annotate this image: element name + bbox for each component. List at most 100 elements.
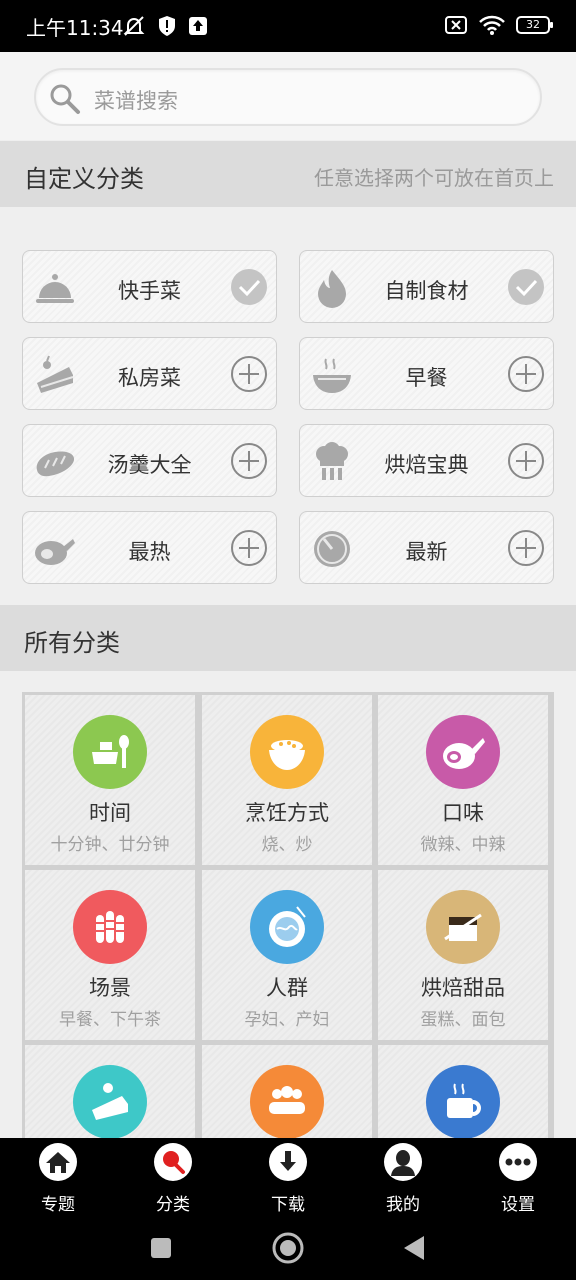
scene-category-icon <box>73 890 147 964</box>
category-tile-cooking-method[interactable]: 烹饪方式 烧、炒 <box>202 695 372 865</box>
upload-icon <box>189 17 207 35</box>
flavor-category-icon <box>426 715 500 789</box>
custom-item-label: 早餐 <box>405 366 448 390</box>
custom-section-hint: 任意选择两个可放在首页上 <box>314 166 554 190</box>
custom-item-sifangcai[interactable]: 私房菜 <box>22 337 277 410</box>
baking-category-icon <box>426 890 500 964</box>
chef-hat-icon <box>316 442 348 480</box>
group-category-icon <box>250 1065 324 1138</box>
category-name: 烘焙甜品 <box>421 976 505 1000</box>
search-placeholder: 菜谱搜索 <box>94 89 178 113</box>
nav-item-xiazai[interactable]: 下载 <box>238 1142 338 1215</box>
system-nav-bar <box>0 1216 576 1280</box>
custom-item-zizhishicai[interactable]: 自制食材 <box>299 250 554 323</box>
status-time: 上午11:34 <box>26 16 124 40</box>
category-name: 口味 <box>442 801 484 825</box>
bottom-nav: 专题 分类 下载 我的 设置 <box>0 1138 576 1216</box>
status-left-icons <box>122 14 208 38</box>
all-section-header: 所有分类 <box>0 605 576 671</box>
clock-icon <box>314 531 350 567</box>
category-tile-time[interactable]: 时间 十分钟、廿分钟 <box>25 695 195 865</box>
category-tile-drinks[interactable] <box>378 1045 548 1138</box>
flame-icon <box>318 270 346 308</box>
custom-item-zaocan[interactable]: 早餐 <box>299 337 554 410</box>
status-bar: 上午11:34 32 <box>0 0 576 52</box>
nav-item-wode[interactable]: 我的 <box>353 1142 453 1215</box>
add-icon[interactable] <box>507 355 545 393</box>
custom-item-label: 自制食材 <box>384 279 469 303</box>
battery-icon: 32 <box>516 16 553 34</box>
category-name: 烹饪方式 <box>245 801 329 825</box>
add-icon[interactable] <box>230 355 268 393</box>
custom-item-hongbeibaodian[interactable]: 烘焙宝典 <box>299 424 554 497</box>
search-area: 菜谱搜索 <box>0 52 576 140</box>
download-icon <box>269 1143 307 1181</box>
sim-off-icon <box>445 16 467 34</box>
cooking-category-icon <box>250 715 324 789</box>
custom-item-label: 汤羹大全 <box>107 453 192 477</box>
category-subtitle: 烧、炒 <box>261 835 313 855</box>
cake-category-icon <box>73 1065 147 1138</box>
category-name: 时间 <box>89 801 131 825</box>
category-tile-group[interactable] <box>202 1045 372 1138</box>
nav-label: 专题 <box>41 1195 75 1215</box>
custom-item-label: 私房菜 <box>118 366 181 390</box>
category-subtitle: 早餐、下午茶 <box>59 1010 161 1030</box>
add-icon[interactable] <box>507 529 545 567</box>
category-subtitle: 十分钟、廿分钟 <box>50 835 170 855</box>
nav-label: 分类 <box>156 1195 190 1215</box>
category-subtitle: 蛋糕、面包 <box>420 1010 506 1030</box>
custom-item-zuire[interactable]: 最热 <box>22 511 277 584</box>
bread-icon <box>36 451 75 477</box>
custom-item-zuixin[interactable]: 最新 <box>299 511 554 584</box>
custom-item-label: 烘焙宝典 <box>384 453 469 477</box>
add-icon[interactable] <box>230 442 268 480</box>
custom-item-tanggengdaquan[interactable]: 汤羹大全 <box>22 424 277 497</box>
nav-item-zhuanti[interactable]: 专题 <box>8 1142 108 1215</box>
custom-item-label: 最热 <box>128 540 171 564</box>
ham-icon <box>35 539 75 565</box>
category-name: 场景 <box>89 976 131 1000</box>
search-icon <box>50 84 80 114</box>
custom-item-kuaishoucai[interactable]: 快手菜 <box>22 250 277 323</box>
checked-icon[interactable] <box>230 268 268 306</box>
cup-category-icon <box>426 1065 500 1138</box>
category-tile-flavor[interactable]: 口味 微辣、中辣 <box>378 695 548 865</box>
shield-alert-icon <box>159 16 175 36</box>
category-grid: 时间 十分钟、廿分钟 烹饪方式 烧、炒 口味 微辣、中辣 场景 早餐、下午茶 人… <box>22 692 554 1138</box>
home-button-icon[interactable] <box>270 1230 306 1266</box>
category-tile-people[interactable]: 人群 孕妇、产妇 <box>202 870 372 1040</box>
category-tile-dessert[interactable] <box>25 1045 195 1138</box>
add-icon[interactable] <box>507 442 545 480</box>
add-icon[interactable] <box>230 529 268 567</box>
bell-muted-icon <box>123 16 145 36</box>
search-icon <box>154 1143 192 1181</box>
category-subtitle: 孕妇、产妇 <box>244 1010 330 1030</box>
category-subtitle: 微辣、中辣 <box>420 835 506 855</box>
cloche-icon <box>36 274 74 303</box>
category-name: 人群 <box>266 976 308 1000</box>
user-icon <box>384 1143 422 1181</box>
cake-slice-icon <box>37 355 74 393</box>
custom-item-label: 最新 <box>405 540 448 564</box>
nav-label: 下载 <box>271 1195 305 1215</box>
nav-label: 我的 <box>386 1195 420 1215</box>
all-section-title: 所有分类 <box>24 629 120 657</box>
home-icon <box>39 1143 77 1181</box>
recent-apps-icon[interactable] <box>143 1230 179 1266</box>
category-tile-baking[interactable]: 烘焙甜品 蛋糕、面包 <box>378 870 548 1040</box>
nav-item-shezhi[interactable]: 设置 <box>468 1142 568 1215</box>
custom-section-title: 自定义分类 <box>24 165 144 193</box>
category-tile-scene[interactable]: 场景 早餐、下午茶 <box>25 870 195 1040</box>
status-right-icons: 32 <box>444 14 553 36</box>
search-input[interactable]: 菜谱搜索 <box>34 68 542 126</box>
back-icon[interactable] <box>396 1230 432 1266</box>
checked-icon[interactable] <box>507 268 545 306</box>
nav-item-fenlei[interactable]: 分类 <box>123 1142 223 1215</box>
time-category-icon <box>73 715 147 789</box>
wifi-icon <box>479 15 505 35</box>
nav-label: 设置 <box>501 1195 535 1215</box>
custom-section-header: 自定义分类 任意选择两个可放在首页上 <box>0 141 576 207</box>
bowl-icon <box>313 358 351 393</box>
more-icon <box>499 1143 537 1181</box>
